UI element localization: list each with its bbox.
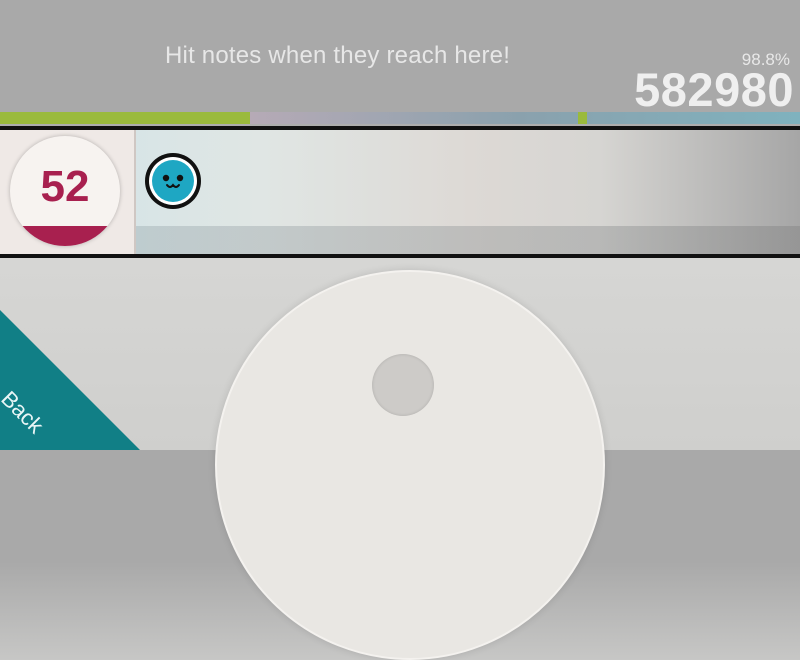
hint-text: Hit notes when they reach here! bbox=[165, 42, 511, 69]
note-lane: 52 bbox=[0, 126, 800, 258]
progress-segment bbox=[0, 112, 250, 124]
combo-count: 52 bbox=[40, 162, 90, 211]
note-face-icon bbox=[152, 160, 194, 202]
song-progress-bar bbox=[0, 112, 800, 124]
progress-marker bbox=[578, 112, 587, 124]
score-counter: 582980 bbox=[634, 63, 794, 116]
combo-gauge-fill bbox=[10, 226, 120, 246]
don-note bbox=[145, 153, 201, 209]
drum-center[interactable] bbox=[372, 354, 434, 416]
drum-pad[interactable] bbox=[215, 270, 605, 660]
note-ring bbox=[149, 157, 197, 205]
combo-circle: 52 bbox=[10, 136, 120, 246]
combo-box: 52 bbox=[0, 130, 136, 254]
